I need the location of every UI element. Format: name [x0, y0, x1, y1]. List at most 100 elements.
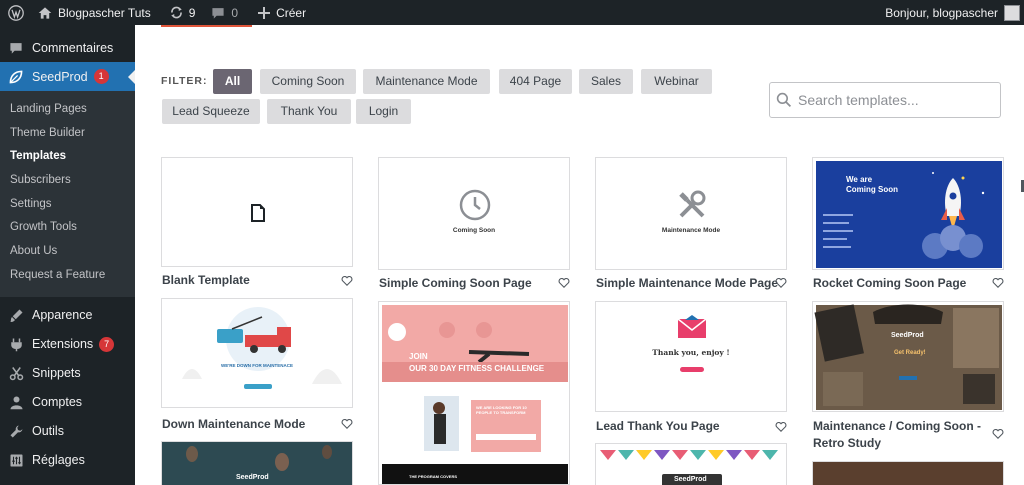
search-templates-input[interactable]: Search templates...	[769, 82, 1001, 118]
submenu-request-feature[interactable]: Request a Feature	[0, 263, 135, 287]
rocket-line1: We are	[846, 175, 873, 184]
plus-icon	[258, 6, 271, 19]
active-tab-underline	[161, 25, 252, 27]
filter-chip-login[interactable]: Login	[356, 99, 411, 124]
site-name-link[interactable]: Blogpascher Tuts	[32, 0, 157, 25]
account-menu[interactable]: Bonjour, blogpascher	[879, 0, 1024, 25]
template-card-simple-coming-soon[interactable]: Coming Soon	[378, 157, 570, 270]
preview-button-shape	[680, 367, 704, 372]
menu-tools-label: Outils	[32, 424, 64, 438]
filter-chip-sales[interactable]: Sales	[579, 69, 633, 94]
fitness-footer-text: THE PROGRAM COVERS	[409, 474, 458, 479]
down-preview-text: WE'RE DOWN FOR MAINTENACE	[220, 363, 294, 368]
favorite-heart-icon[interactable]	[341, 418, 353, 430]
updates-link[interactable]: 9	[163, 0, 202, 25]
template-card-retro-study[interactable]: SeedProd Get Ready!	[812, 301, 1004, 412]
menu-snippets[interactable]: Snippets	[0, 359, 135, 388]
template-card-wood[interactable]	[812, 461, 1004, 485]
favorite-heart-icon[interactable]	[992, 277, 1004, 289]
maintenance-preview-text: Maintenance Mode	[661, 227, 721, 234]
menu-extensions[interactable]: Extensions 7	[0, 330, 135, 359]
wordpress-icon	[8, 4, 24, 21]
fitness-join-text: JOIN	[409, 352, 428, 361]
submenu-settings[interactable]: Settings	[0, 192, 135, 216]
submenu-about-us[interactable]: About Us	[0, 239, 135, 263]
wordpress-logo-menu[interactable]	[0, 0, 32, 25]
filter-chip-webinar[interactable]: Webinar	[641, 69, 712, 94]
fitness-challenge-text: OUR 30 DAY FITNESS CHALLENGE	[409, 364, 545, 373]
submenu-subscribers[interactable]: Subscribers	[0, 168, 135, 192]
menu-extensions-label: Extensions	[32, 337, 94, 351]
template-card-bunting[interactable]: SeedProd	[595, 443, 787, 485]
fitness-box-text: WE ARE LOOKING FOR 10 PEOPLE TO TRANSFOR…	[476, 405, 527, 415]
menu-tools[interactable]: Outils	[0, 417, 135, 446]
menu-settings[interactable]: Réglages	[0, 446, 135, 475]
seedprod-submenu: Landing Pages Theme Builder Templates Su…	[0, 91, 135, 297]
site-name: Blogpascher Tuts	[58, 5, 151, 20]
template-card-fitness-challenge[interactable]: JOIN OUR 30 DAY FITNESS CHALLENGE WE ARE…	[378, 301, 570, 485]
favorite-heart-icon[interactable]	[558, 277, 570, 289]
search-icon	[776, 92, 792, 108]
filter-chip-coming-soon[interactable]: Coming Soon	[260, 69, 356, 94]
updates-count: 9	[188, 5, 196, 20]
menu-comments[interactable]: Commentaires	[0, 33, 135, 62]
submenu-landing-pages[interactable]: Landing Pages	[0, 97, 135, 121]
submenu-growth-tools[interactable]: Growth Tools	[0, 215, 135, 239]
filter-label: FILTER:	[161, 75, 208, 87]
template-title-simple-maintenance: Simple Maintenance Mode Page	[596, 276, 779, 290]
rocket-illustration	[816, 161, 1002, 268]
template-card-balloons[interactable]: SeedProd	[161, 441, 353, 485]
favorite-heart-icon[interactable]	[992, 428, 1004, 440]
filter-chip-thank-you[interactable]: Thank You	[267, 99, 351, 124]
favorite-heart-icon[interactable]	[341, 275, 353, 287]
new-content-link[interactable]: Créer	[252, 0, 312, 25]
comments-link[interactable]: 0	[205, 0, 244, 25]
comment-bubble-icon	[212, 7, 225, 19]
menu-seedprod[interactable]: SeedProd 1	[0, 62, 135, 91]
seedprod-logo-text: SeedProd	[236, 474, 269, 481]
favorite-heart-icon[interactable]	[775, 421, 787, 433]
search-placeholder: Search templates...	[798, 92, 919, 108]
template-title-rocket-coming-soon: Rocket Coming Soon Page	[813, 276, 967, 290]
template-card-blank[interactable]	[161, 157, 353, 267]
template-card-simple-maintenance[interactable]: Maintenance Mode	[595, 157, 787, 270]
coming-soon-preview-text: Coming Soon	[452, 227, 496, 234]
template-card-lead-thank-you[interactable]: Thank you, enjoy !	[595, 301, 787, 412]
menu-seedprod-label: SeedProd	[32, 69, 88, 84]
filter-chip-maintenance-mode[interactable]: Maintenance Mode	[363, 69, 490, 94]
menu-comments-label: Commentaires	[32, 40, 114, 55]
template-title-retro-study-1: Maintenance / Coming Soon -	[813, 419, 982, 433]
template-title-blank: Blank Template	[162, 273, 250, 287]
template-title-down-maintenance: Down Maintenance Mode	[162, 417, 306, 431]
tow-truck-illustration	[182, 307, 342, 389]
template-title-retro-study-2: Retro Study	[813, 436, 882, 450]
menu-accounts[interactable]: Comptes	[0, 388, 135, 417]
thankyou-preview-text: Thank you, enjoy !	[652, 348, 730, 357]
submenu-templates[interactable]: Templates	[0, 144, 135, 168]
seedprod-leaf-icon	[8, 69, 24, 85]
avatar	[1004, 4, 1020, 21]
menu-settings-label: Réglages	[32, 453, 85, 467]
home-icon	[38, 6, 52, 19]
greeting: Bonjour, blogpascher	[885, 5, 998, 20]
document-icon	[251, 204, 265, 222]
seedprod-logo-text: SeedProd	[891, 332, 924, 339]
filter-chip-lead-squeeze[interactable]: Lead Squeeze	[162, 99, 260, 124]
wrench-icon	[8, 423, 24, 439]
favorite-heart-icon[interactable]	[775, 277, 787, 289]
template-card-down-maintenance[interactable]: WE'RE DOWN FOR MAINTENACE	[161, 298, 353, 408]
preview-button-shape	[899, 376, 917, 380]
paintbrush-icon	[8, 307, 24, 323]
refresh-icon	[170, 6, 182, 19]
submenu-theme-builder[interactable]: Theme Builder	[0, 121, 135, 145]
fitness-preview-illustration	[382, 305, 568, 484]
template-card-rocket-coming-soon[interactable]: We are Coming Soon	[812, 157, 1004, 270]
clock-icon	[459, 189, 491, 221]
admin-bar: Blogpascher Tuts 9 0 Créer Bonjour, blog…	[0, 0, 1024, 25]
user-icon	[8, 394, 24, 410]
template-title-simple-coming-soon: Simple Coming Soon Page	[379, 276, 532, 290]
filter-chip-all[interactable]: All	[213, 69, 252, 94]
extensions-update-badge: 7	[99, 336, 115, 352]
filter-chip-404-page[interactable]: 404 Page	[499, 69, 572, 94]
menu-appearance[interactable]: Apparence	[0, 301, 135, 330]
